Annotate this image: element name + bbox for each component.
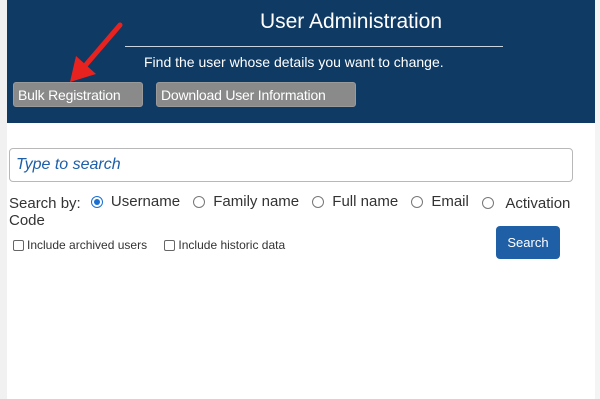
radio-selected-icon[interactable] (90, 195, 103, 208)
radio-option-family-name[interactable]: Family name (193, 193, 299, 210)
title-divider (125, 46, 503, 47)
radio-label-full-name: Full name (332, 193, 399, 210)
search-by-options: Search by: Username Family name Full nam… (9, 193, 599, 229)
download-user-information-button[interactable]: Download User Information (156, 82, 356, 107)
checkbox-icon[interactable] (13, 239, 24, 251)
radio-label-family-name: Family name (213, 193, 300, 210)
search-input[interactable] (9, 148, 573, 182)
left-gutter (0, 0, 7, 399)
page: User Administration Find the user whose … (0, 0, 600, 399)
page-subtitle: Find the user whose details you want to … (144, 54, 444, 70)
radio-option-email[interactable]: Email (411, 193, 469, 210)
radio-label-email: Email (431, 193, 469, 210)
include-historic-data-label: Include historic data (178, 238, 286, 252)
include-archived-users-option[interactable]: Include archived users (13, 238, 147, 252)
include-archived-users-label: Include archived users (27, 238, 148, 252)
include-historic-data-option[interactable]: Include historic data (164, 238, 285, 252)
radio-icon[interactable] (193, 195, 206, 208)
search-by-label: Search by: (9, 194, 81, 212)
radio-icon[interactable] (482, 196, 495, 209)
checkbox-icon[interactable] (164, 239, 176, 251)
red-arrow-annotation-icon (70, 22, 123, 82)
radio-icon[interactable] (411, 195, 424, 208)
radio-option-username[interactable]: Username (90, 193, 181, 210)
radio-icon[interactable] (312, 195, 325, 208)
radio-label-username: Username (110, 193, 181, 210)
radio-option-full-name[interactable]: Full name (312, 193, 398, 210)
search-button[interactable]: Search (496, 226, 560, 259)
search-filters: Include archived users Include historic … (13, 238, 299, 254)
